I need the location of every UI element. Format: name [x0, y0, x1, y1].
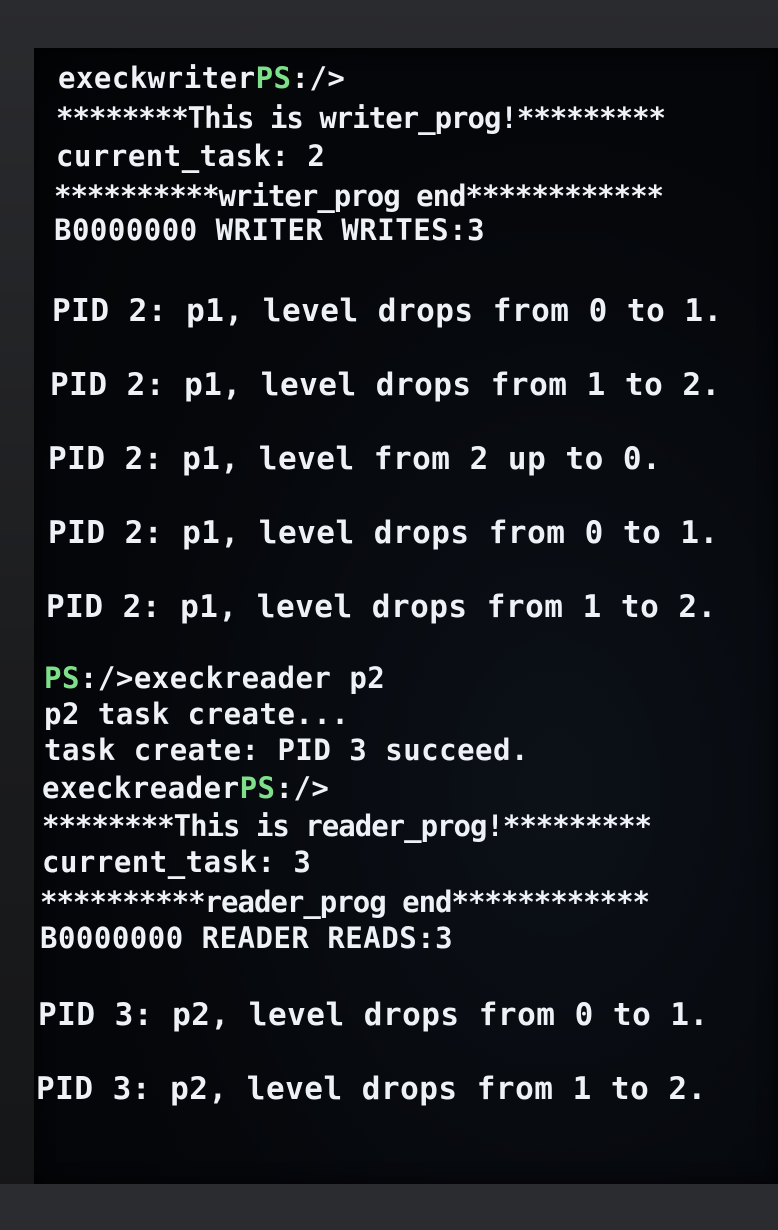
- terminal-line-15: ********This is reader_prog!*********: [42, 809, 652, 843]
- terminal-line-9: PID 2: p1, level drops from 0 to 1.: [48, 515, 719, 551]
- terminal-line-7: PID 2: p1, level drops from 1 to 2.: [50, 367, 721, 403]
- command-text: execkreader: [42, 771, 240, 805]
- prompt-label: PS: [255, 61, 292, 95]
- terminal-line-1: execkwriterPS:/>: [58, 64, 345, 93]
- terminal-line-17: **********reader_prog end************: [40, 885, 650, 919]
- terminal-line-6: PID 2: p1, level drops from 0 to 1.: [52, 293, 723, 329]
- terminal-screen: execkwriterPS:/> ********This is writer_…: [34, 48, 778, 1184]
- terminal-line-14: execkreaderPS:/>: [42, 774, 329, 803]
- terminal-line-2: ********This is writer_prog!*********: [56, 101, 666, 135]
- prompt-label: PS: [44, 661, 80, 695]
- terminal-line-10: PID 2: p1, level drops from 1 to 2.: [46, 589, 717, 625]
- command-text: execkwriter: [58, 61, 256, 95]
- terminal-line-12: p2 task create...: [44, 697, 350, 731]
- terminal-line-5: B0000000 WRITER WRITES:3: [54, 213, 486, 247]
- terminal-line-3: current_task: 2: [56, 139, 326, 173]
- terminal-line-16: current_task: 3: [42, 845, 312, 879]
- terminal-line-13: task create: PID 3 succeed.: [44, 733, 529, 767]
- terminal-line-18: B0000000 READER READS:3: [40, 921, 454, 955]
- terminal-line-4: **********writer_prog end************: [54, 179, 664, 213]
- terminal-line-20: PID 3: p2, level drops from 1 to 2.: [36, 1071, 707, 1107]
- prompt-suffix: :/>: [291, 61, 346, 95]
- command-text: execkreader p2: [133, 661, 386, 695]
- monitor-bottom-frame: [0, 1184, 778, 1230]
- prompt-suffix: :/>: [275, 771, 330, 805]
- prompt-suffix: :/>: [79, 661, 134, 695]
- prompt-label: PS: [239, 771, 276, 805]
- terminal-line-8: PID 2: p1, level from 2 up to 0.: [48, 441, 662, 477]
- terminal-line-11: PS:/>execkreader p2: [44, 664, 385, 693]
- terminal-line-19: PID 3: p2, level drops from 0 to 1.: [38, 997, 709, 1033]
